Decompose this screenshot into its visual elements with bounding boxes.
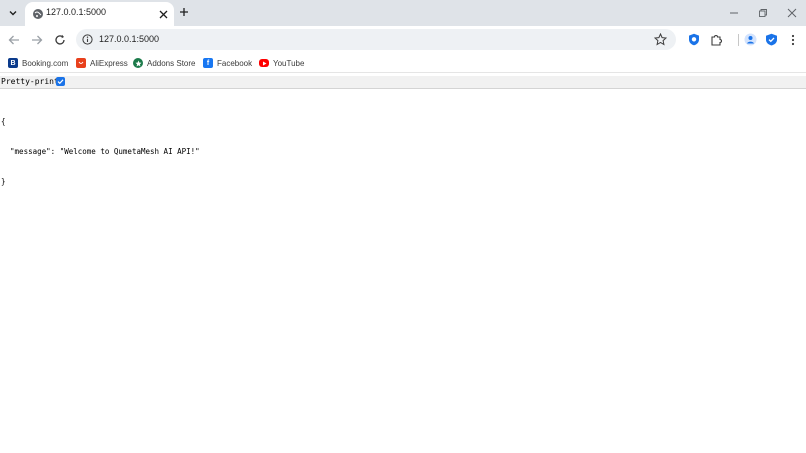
facebook-icon: f [203, 58, 213, 68]
new-tab-button[interactable] [177, 5, 191, 19]
json-line: "message": "Welcome to QumetaMesh AI API… [1, 147, 200, 156]
pretty-print-checkbox[interactable] [56, 77, 65, 86]
close-window-button[interactable] [785, 6, 799, 20]
globe-icon [33, 9, 43, 19]
arrow-left-icon [8, 35, 19, 44]
tab-title: 127.0.0.1:5000 [46, 7, 107, 17]
address-url[interactable]: 127.0.0.1:5000 [99, 34, 159, 44]
reload-icon [54, 34, 65, 45]
booking-icon: B [8, 58, 18, 68]
puzzle-icon [711, 35, 722, 46]
addons-store-icon [133, 58, 143, 68]
browser-toolbar: 127.0.0.1:5000 [0, 26, 806, 53]
avatar-icon [744, 33, 757, 46]
toolbar-separator [738, 34, 739, 46]
shield-extension-button[interactable] [686, 32, 701, 47]
menu-button[interactable] [785, 32, 800, 47]
profile-button[interactable] [743, 32, 758, 47]
close-icon [787, 8, 797, 18]
star-icon[interactable] [654, 33, 667, 46]
youtube-icon [259, 59, 269, 67]
chevron-down-icon [9, 11, 17, 16]
minimize-icon [730, 12, 738, 14]
json-line: { [1, 117, 6, 126]
restore-button[interactable] [756, 6, 770, 20]
close-icon [159, 10, 167, 18]
shield-icon [688, 33, 699, 46]
bookmark-facebook[interactable]: f Facebook [203, 57, 252, 69]
forward-button[interactable] [28, 31, 45, 48]
json-content: { "message": "Welcome to QumetaMesh AI A… [1, 97, 200, 197]
arrow-right-icon [31, 35, 42, 44]
active-tab[interactable]: 127.0.0.1:5000 [25, 2, 174, 26]
plus-icon [180, 8, 188, 16]
bookmark-addons-store[interactable]: Addons Store [133, 57, 195, 69]
minimize-button[interactable] [727, 6, 741, 20]
bookmark-aliexpress[interactable]: AliExpress [76, 57, 128, 69]
info-icon[interactable] [82, 34, 93, 45]
json-line: } [1, 177, 6, 186]
aliexpress-icon [76, 58, 86, 68]
bookmark-label: Booking.com [22, 58, 69, 68]
bookmark-label: YouTube [273, 58, 305, 68]
tab-strip: 127.0.0.1:5000 [0, 0, 806, 26]
tab-close-button[interactable] [156, 7, 170, 21]
shield-check-icon [766, 33, 777, 46]
address-bar[interactable]: 127.0.0.1:5000 [76, 29, 676, 50]
restore-icon [759, 9, 767, 17]
bookmark-label: Addons Store [147, 58, 196, 68]
security-extension-button[interactable] [764, 32, 779, 47]
checkmark-icon [57, 79, 64, 85]
back-button[interactable] [5, 31, 22, 48]
pretty-print-label: Pretty-print [1, 77, 59, 86]
bookmark-youtube[interactable]: YouTube [259, 57, 304, 69]
more-vertical-icon [791, 34, 794, 45]
bookmarks-bar: B Booking.com AliExpress Addons Store f … [0, 53, 806, 73]
tab-search-button[interactable] [4, 4, 22, 22]
pretty-print-bar: Pretty-print [0, 76, 806, 89]
extensions-button[interactable] [709, 32, 724, 47]
bookmark-booking[interactable]: B Booking.com [8, 57, 68, 69]
reload-button[interactable] [51, 31, 68, 48]
bookmark-label: Facebook [217, 58, 253, 68]
bookmark-label: AliExpress [90, 58, 128, 68]
